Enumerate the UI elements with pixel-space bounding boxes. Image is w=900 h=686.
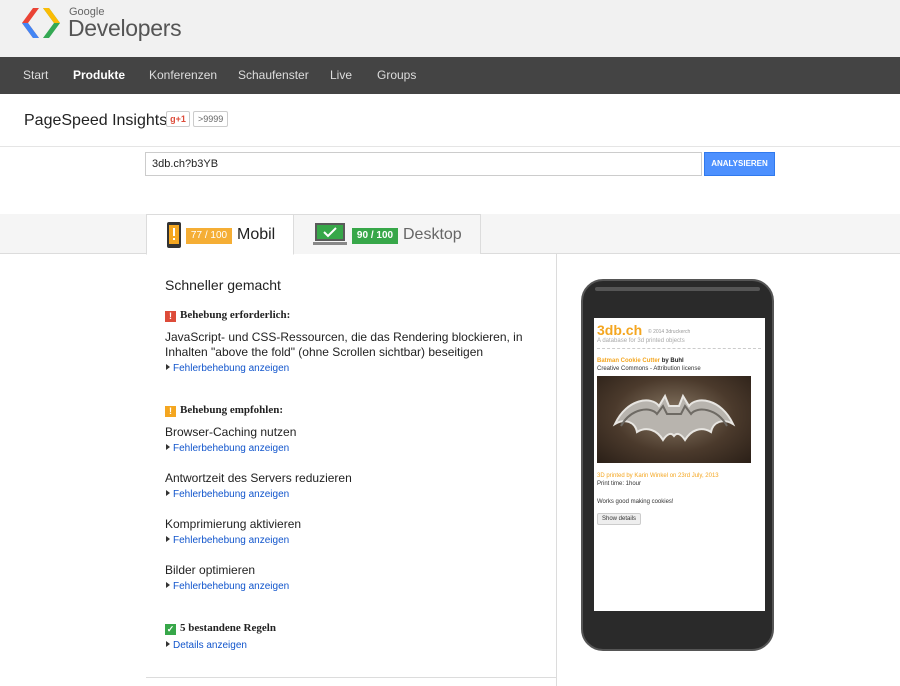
nav-schaufenster[interactable]: Schaufenster (238, 57, 309, 94)
page-title: PageSpeed Insights (24, 112, 168, 129)
rule-browser-caching: Browser-Caching nutzen (165, 425, 297, 439)
tab-mobile-label: Mobil (237, 226, 276, 243)
top-header: Google Developers (0, 0, 900, 57)
exclamation-orange-icon: ! (165, 406, 176, 417)
triangle-right-icon (166, 582, 170, 588)
show-fix-link[interactable]: Fehlerbehebung anzeigen (166, 535, 289, 546)
desktop-monitor-icon (313, 223, 347, 245)
passed-category-title: 5 bestandene Regeln (180, 622, 276, 634)
checkmark-green-icon: ✓ (165, 624, 176, 635)
show-fix-link[interactable]: Fehlerbehebung anzeigen (166, 581, 289, 592)
main-nav: Start Produkte Konferenzen Schaufenster … (0, 57, 900, 94)
triangle-right-icon (166, 641, 170, 647)
gplus-label: +1 (175, 114, 186, 124)
nav-start[interactable]: Start (23, 57, 48, 94)
rule-server-response: Antwortzeit des Servers reduzieren (165, 471, 352, 485)
show-details-link[interactable]: Details anzeigen (166, 640, 247, 651)
bottom-divider (146, 677, 557, 678)
batman-cookie-cutter-image (612, 393, 736, 442)
show-details-link-label: Details anzeigen (173, 640, 247, 651)
gplus-count: >9999 (193, 111, 229, 127)
required-category-title: Behebung erforderlich: (180, 309, 291, 321)
tab-desktop-label: Desktop (403, 226, 462, 243)
passed-category: ✓ 5 bestandene Regeln (165, 622, 276, 635)
exclamation-red-icon: ! (165, 311, 176, 322)
preview-print-time: Print time: 1hour (597, 481, 642, 487)
recommended-category: ! Behebung empfohlen: (165, 404, 283, 417)
preview-license: Creative Commons - Attribution license (597, 366, 701, 372)
nav-groups[interactable]: Groups (377, 57, 416, 94)
mobile-preview-phone: 3db.ch © 2014 3druckerch A database for … (581, 279, 774, 651)
required-category: ! Behebung erforderlich: (165, 309, 290, 322)
preview-site-tagline: A database for 3d printed objects (597, 338, 685, 344)
triangle-right-icon (166, 364, 170, 370)
results-heading: Schneller gemacht (165, 277, 281, 293)
gplus-button[interactable]: g+1 (166, 111, 190, 127)
show-fix-link-label: Fehlerbehebung anzeigen (173, 443, 290, 454)
triangle-right-icon (166, 490, 170, 496)
mobile-phone-icon (167, 222, 181, 248)
preview-separator (597, 348, 761, 349)
mobile-score-badge: 77 / 100 (186, 228, 232, 244)
analyze-button[interactable]: ANALYSIEREN (704, 152, 775, 176)
nav-konferenzen[interactable]: Konferenzen (149, 57, 217, 94)
show-fix-link-label: Fehlerbehebung anzeigen (173, 535, 290, 546)
product-titlebar: PageSpeed Insights g+1 >9999 (0, 94, 900, 147)
rule-compression: Komprimierung aktivieren (165, 517, 302, 531)
column-divider (556, 254, 557, 686)
preview-site-year: © 2014 3druckerch (648, 329, 691, 335)
preview-item-name: Batman Cookie Cutter (597, 358, 661, 364)
preview-site-logo: 3db.ch (597, 322, 643, 338)
show-fix-link[interactable]: Fehlerbehebung anzeigen (166, 489, 289, 500)
rule-optimize-images: Bilder optimieren (165, 563, 256, 577)
desktop-score-badge: 90 / 100 (352, 228, 398, 244)
phone-screen: 3db.ch © 2014 3druckerch A database for … (594, 318, 765, 611)
tab-mobile[interactable]: 77 / 100 Mobil (146, 214, 294, 255)
preview-printed-by: 3D printed by Karin Winkel on 23rd July,… (597, 473, 719, 479)
show-fix-link[interactable]: Fehlerbehebung anzeigen (166, 363, 289, 374)
brand-developers-text[interactable]: Developers (68, 15, 182, 42)
triangle-right-icon (166, 536, 170, 542)
google-developers-logo-icon[interactable] (20, 6, 62, 40)
tab-desktop[interactable]: 90 / 100 Desktop (294, 214, 481, 254)
nav-live[interactable]: Live (330, 57, 352, 94)
preview-show-details-button: Show details (597, 513, 642, 525)
preview-item-by: by Buhl (661, 358, 684, 364)
triangle-right-icon (166, 444, 170, 450)
preview-item-title: Batman Cookie Cutter by Buhl (597, 358, 684, 364)
rule-render-blocking: JavaScript- und CSS-Ressourcen, die das … (165, 330, 523, 359)
show-fix-link-label: Fehlerbehebung anzeigen (173, 581, 290, 592)
nav-produkte[interactable]: Produkte (73, 57, 125, 94)
show-fix-link-label: Fehlerbehebung anzeigen (173, 363, 290, 374)
show-fix-link[interactable]: Fehlerbehebung anzeigen (166, 443, 289, 454)
show-fix-link-label: Fehlerbehebung anzeigen (173, 489, 290, 500)
recommended-category-title: Behebung empfohlen: (180, 404, 283, 416)
preview-comment: Works good making cookies! (597, 499, 674, 505)
preview-batman-image (597, 376, 751, 463)
phone-speaker (595, 287, 760, 291)
url-input[interactable] (145, 152, 702, 176)
